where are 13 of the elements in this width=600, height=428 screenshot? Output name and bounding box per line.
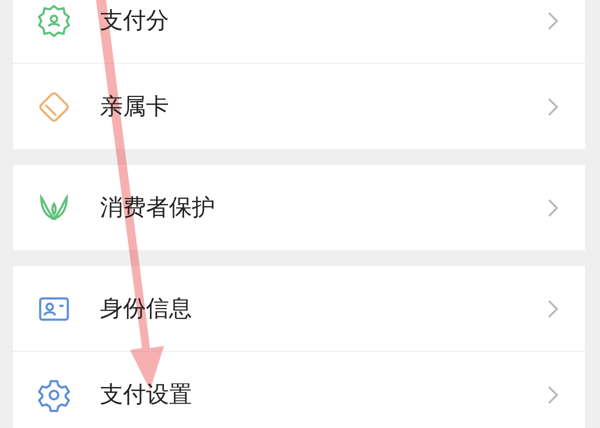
chevron-icon <box>547 298 559 318</box>
badge-icon <box>37 4 71 38</box>
chevron-icon <box>547 384 559 404</box>
card-icon <box>37 90 71 124</box>
menu-item[interactable]: 支付分 <box>13 0 585 63</box>
settings-icon <box>37 378 71 412</box>
menu-item[interactable]: 消费者保护 <box>13 165 585 250</box>
chevron-icon <box>547 96 559 116</box>
menu-item[interactable]: 支付设置 <box>13 351 585 428</box>
chevron-icon <box>547 10 559 30</box>
menu-item[interactable]: 亲属卡 <box>13 63 585 149</box>
menu-item[interactable]: 身份信息 <box>13 266 585 351</box>
chevron-icon <box>547 198 559 218</box>
